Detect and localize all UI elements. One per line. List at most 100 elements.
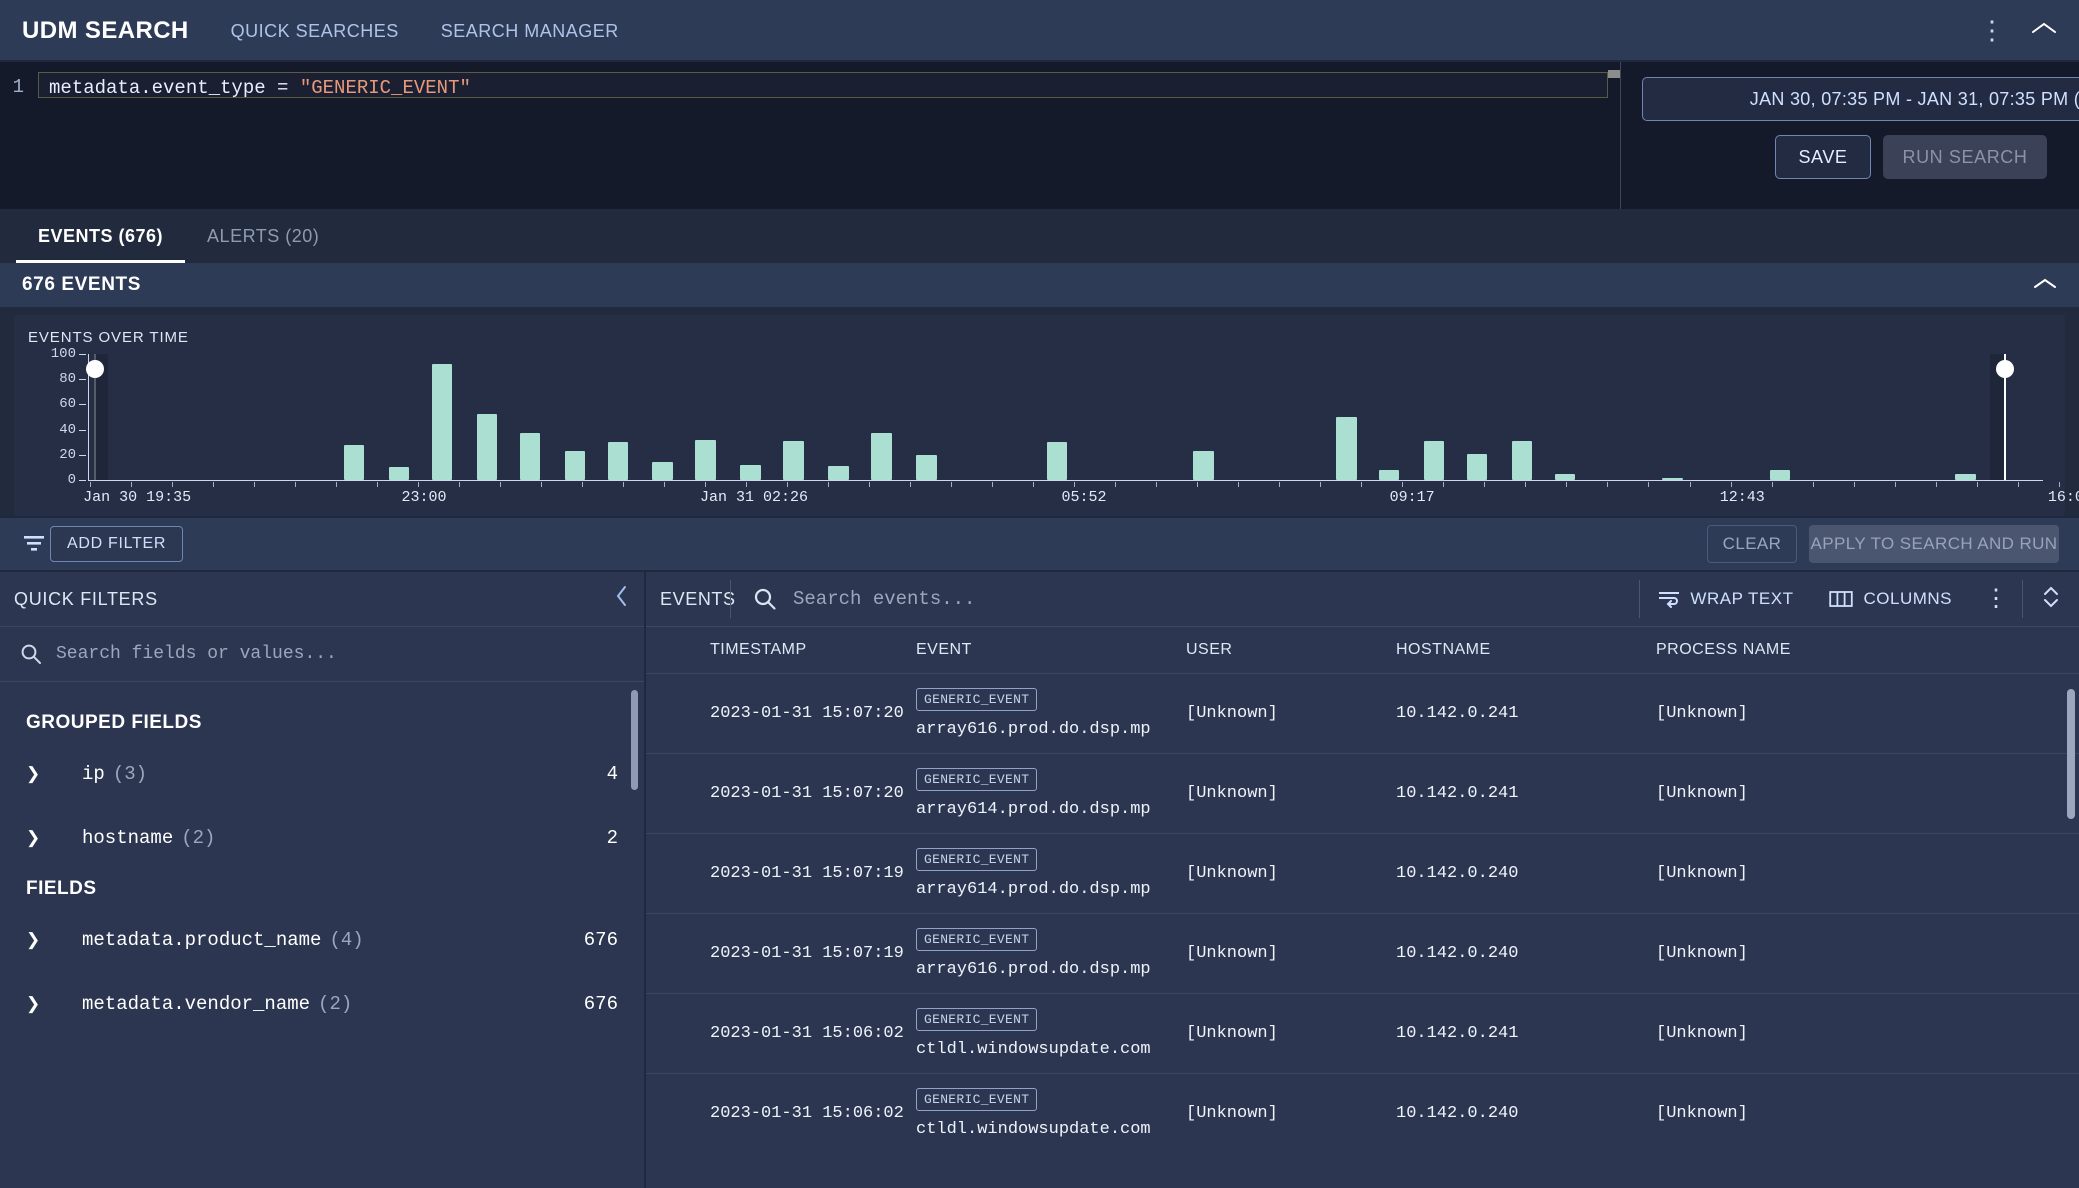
chart-bar[interactable] [1466,453,1488,480]
date-range-picker[interactable]: JAN 30, 07:35 PM - JAN 31, 07:35 PM (UTC… [1642,77,2079,121]
events-table-scrollbar[interactable] [2067,689,2075,819]
table-row[interactable]: 2023-01-31 15:07:20 GENERIC_EVENT array614… [646,753,2079,834]
chart-x-minor-tick [705,482,707,487]
chart-x-axis: Jan 30 19:35 23:00 Jan 31 02:26 05:52 09:17 1… [83,482,2079,506]
chevron-right-icon[interactable]: ❯ [26,828,82,848]
column-header-hostname[interactable]: HOSTNAME [1396,627,1656,674]
chart-handle-knob[interactable] [85,360,104,379]
chart-plot-area[interactable]: 0 20 40 60 80 100 Jan 30 19:35 23:00 Jan 31 02:… [28,346,2079,506]
chevron-right-icon[interactable]: ❯ [26,994,82,1014]
chart-bar[interactable] [740,464,761,480]
column-header-event[interactable]: EVENT [916,627,1186,674]
editor-resize-grip[interactable] [1608,70,1620,78]
cell-timestamp: 2023-01-31 15:06:02 [646,993,916,1074]
chart-bar[interactable] [871,433,892,480]
nav-search-manager[interactable]: SEARCH MANAGER [441,21,619,42]
chart-bar[interactable] [1193,451,1214,480]
events-search-field[interactable]: Search events... [731,587,1639,611]
chart-x-minor-tick [992,482,994,487]
chart-bar[interactable] [476,414,498,480]
events-toolbar: EVENTS Search events... WRAP TEXT COLUMN… [646,572,2079,626]
chart-bar[interactable] [343,444,365,480]
quick-filters-group-title: GROUPED FIELDS [26,712,202,733]
chevron-right-icon[interactable]: ❯ [26,764,82,784]
quick-filter-row[interactable]: ❯ metadata.vendor_name (2) 676 [0,972,644,1036]
chart-y-tick: 20 [59,446,86,463]
wrap-text-button[interactable]: WRAP TEXT [1640,589,1811,609]
run-search-button[interactable]: RUN SEARCH [1883,135,2047,179]
chart-x-minor-tick [541,482,543,487]
add-filter-button[interactable]: ADD FILTER [50,526,184,562]
event-type-badge: GENERIC_EVENT [916,688,1038,711]
quick-filter-row[interactable]: ❯ metadata.product_name (4) 676 [0,908,644,972]
table-row[interactable]: 2023-01-31 15:06:02 GENERIC_EVENT ctldl.wi… [646,1073,2079,1153]
more-options-icon[interactable]: ⋮ [1979,18,2005,43]
chart-x-tick-label: 23:00 [401,489,447,506]
chart-x-minor-tick [1033,482,1035,487]
more-options-icon[interactable]: ⋮ [1970,586,2022,611]
quick-filter-field-count: (3) [112,763,148,785]
chart-x-minor-tick [664,482,666,487]
chart-x-minor-tick [1566,482,1568,487]
chart-bar[interactable] [1423,440,1445,480]
chart-y-tick: 80 [59,371,86,388]
chart-bar[interactable] [388,467,410,480]
tab-alerts[interactable]: ALERTS (20) [185,209,341,263]
chevron-up-icon[interactable] [2033,275,2057,296]
nav-quick-searches[interactable]: QUICK SEARCHES [231,21,399,42]
chart-time-range-handle[interactable] [1989,354,2014,480]
chart-bar[interactable] [1554,473,1576,480]
cell-event: GENERIC_EVENT array614.prod.do.dsp.mp [916,833,1186,914]
event-type-badge: GENERIC_EVENT [916,1088,1038,1111]
column-header-timestamp[interactable]: TIMESTAMP [646,627,916,674]
columns-button[interactable]: COLUMNS [1811,589,1970,609]
chart-bar[interactable] [1662,478,1683,480]
chart-bar[interactable] [1378,469,1400,480]
cell-process-name: [Unknown] [1656,753,2079,834]
apply-to-search-and-run-button[interactable]: APPLY TO SEARCH AND RUN [1809,525,2059,563]
save-button[interactable]: SAVE [1775,135,1871,179]
quick-filter-field-name: hostname [82,827,174,849]
quick-filter-row[interactable]: ❯ hostname (2) 2 [0,806,644,870]
chart-bar[interactable] [652,462,673,480]
table-row[interactable]: 2023-01-31 15:07:20 GENERIC_EVENT array616… [646,673,2079,754]
column-header-process-name[interactable]: PROCESS NAME [1656,627,2079,674]
chart-bar[interactable] [564,451,586,480]
expand-rows-icon[interactable] [2023,584,2079,615]
chart-bar[interactable] [607,442,629,480]
chart-bar[interactable] [1511,440,1533,480]
chart-bar[interactable] [1955,473,1976,480]
query-input[interactable]: metadata.event_type = "GENERIC_EVENT" [38,72,1608,99]
table-row[interactable]: 2023-01-31 15:07:19 GENERIC_EVENT array614… [646,833,2079,914]
chart-time-range-handle[interactable] [85,354,108,480]
event-type-badge: GENERIC_EVENT [916,768,1038,791]
chart-bar[interactable] [916,454,937,480]
chart-bar[interactable] [1336,417,1357,480]
clear-button[interactable]: CLEAR [1707,525,1797,563]
chart-bar[interactable] [828,466,849,480]
quick-filter-row[interactable]: ❯ ip (3) 4 [0,742,644,806]
event-name: ctldl.windowsupdate.com [916,1120,1151,1139]
quick-filters-group-title: FIELDS [26,878,97,899]
chart-bar[interactable] [519,433,541,480]
tab-events[interactable]: EVENTS (676) [16,209,186,263]
quick-filters-scrollbar[interactable] [631,690,638,790]
chart-handle-knob[interactable] [1995,360,2014,379]
event-name: array614.prod.do.dsp.mp [916,880,1151,899]
chevron-right-icon[interactable]: ❯ [26,930,82,950]
chart-x-minor-tick [1484,482,1486,487]
search-icon [20,643,42,665]
chart-bar[interactable] [695,439,716,480]
filter-icon[interactable] [20,533,50,555]
quick-filters-search[interactable]: Search fields or values... [0,626,644,682]
chart-bar[interactable] [431,364,453,480]
chevron-up-icon[interactable] [2031,20,2057,43]
table-row[interactable]: 2023-01-31 15:06:02 GENERIC_EVENT ctldl.wi… [646,993,2079,1074]
chart-bar[interactable] [1769,469,1791,480]
table-row[interactable]: 2023-01-31 15:07:19 GENERIC_EVENT array616… [646,913,2079,994]
query-editor[interactable]: 1 metadata.event_type = "GENERIC_EVENT" [0,62,1621,209]
chart-bar[interactable] [783,440,804,480]
column-header-user[interactable]: USER [1186,627,1396,674]
chevron-left-icon[interactable] [614,584,630,614]
chart-bar[interactable] [1046,442,1068,480]
